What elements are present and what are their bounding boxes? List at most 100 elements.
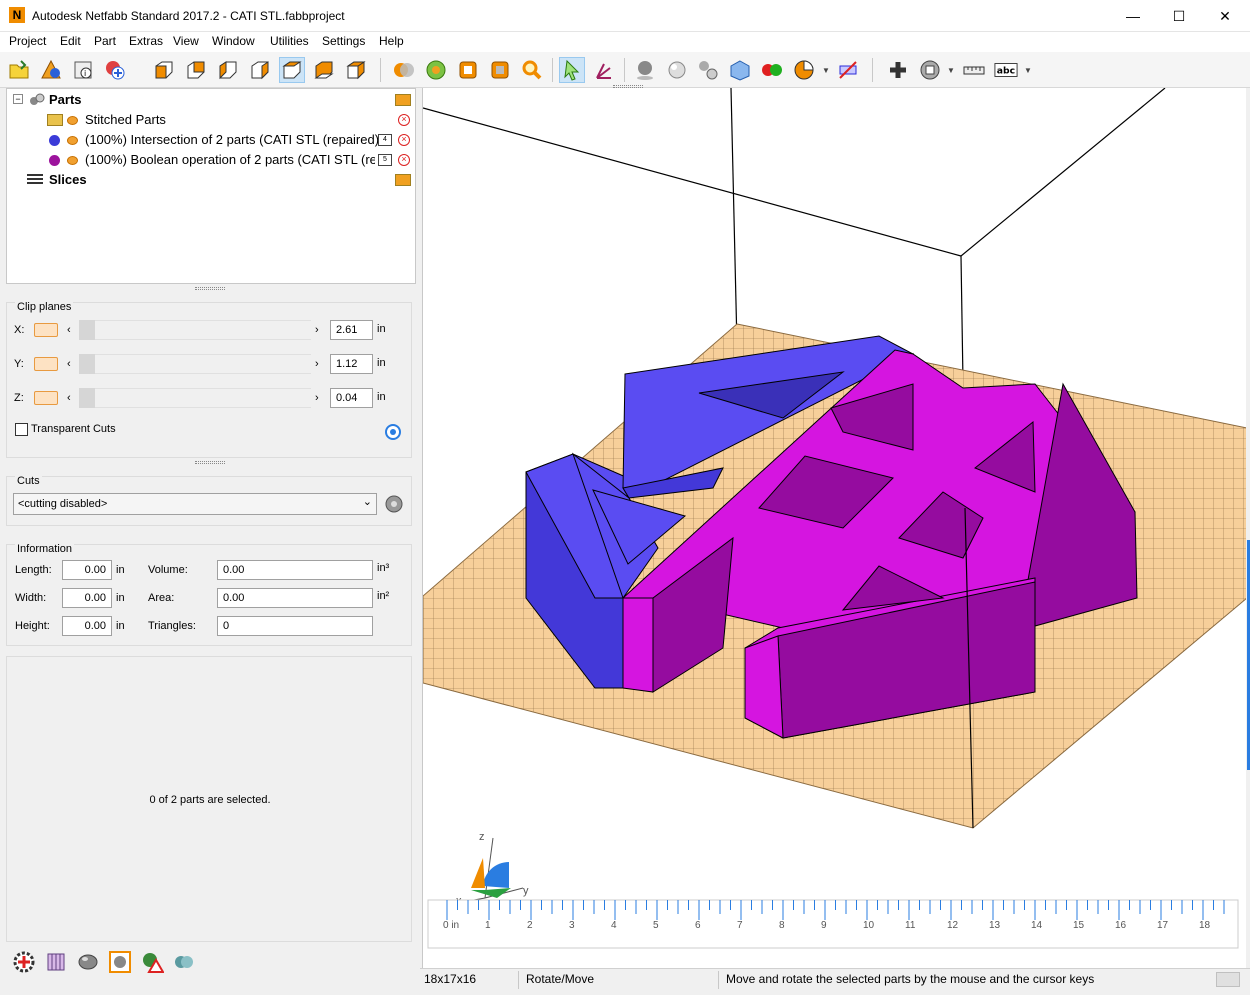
- cube-frame-icon[interactable]: [456, 58, 480, 82]
- clip-z-left-arrow[interactable]: ‹: [67, 392, 71, 404]
- gear-red-cross-icon[interactable]: [12, 950, 36, 974]
- sphere-frame-icon[interactable]: [108, 950, 132, 974]
- move-axis-icon[interactable]: [592, 58, 616, 82]
- visibility-eye-icon[interactable]: [67, 156, 78, 165]
- cuts-select[interactable]: <cutting disabled> ⌄: [13, 493, 377, 515]
- window-title: Autodesk Netfabb Standard 2017.2 - CATI …: [32, 9, 345, 23]
- visibility-eye-icon[interactable]: [67, 136, 78, 145]
- clip-y-plane-icon[interactable]: [34, 357, 58, 371]
- menu-project[interactable]: Project: [9, 34, 46, 48]
- add-part-alt-icon[interactable]: [103, 58, 127, 82]
- plus-icon[interactable]: [886, 58, 910, 82]
- color-spheres-icon[interactable]: [760, 58, 784, 82]
- view-back-icon[interactable]: [184, 58, 208, 82]
- section-icon[interactable]: [918, 58, 942, 82]
- cube-fit-icon[interactable]: [488, 58, 512, 82]
- measure-label-icon[interactable]: [836, 58, 860, 82]
- menu-part[interactable]: Part: [94, 34, 116, 48]
- transparent-cuts-checkbox[interactable]: [15, 423, 28, 436]
- axis-y-label: y: [523, 885, 529, 897]
- ruler-icon[interactable]: [962, 58, 986, 82]
- view-perspective-icon[interactable]: [344, 58, 368, 82]
- parts-folder-icon[interactable]: [395, 94, 411, 106]
- menu-utilities[interactable]: Utilities: [270, 34, 309, 48]
- maximize-button[interactable]: ☐: [1156, 0, 1202, 32]
- length-unit: in: [116, 564, 125, 576]
- clip-x-slider-thumb[interactable]: [79, 320, 95, 340]
- clip-x-right-arrow[interactable]: ›: [315, 324, 319, 336]
- add-part-icon[interactable]: [39, 58, 63, 82]
- view-top-icon[interactable]: [279, 57, 305, 83]
- remove-icon[interactable]: ×: [398, 154, 410, 166]
- view-right-icon[interactable]: [248, 58, 272, 82]
- sphere-dark-icon[interactable]: [633, 58, 657, 82]
- tree-node-stitched[interactable]: Stitched Parts ×: [11, 110, 411, 130]
- tree-node-intersection[interactable]: (100%) Intersection of 2 parts (CATI STL…: [11, 130, 411, 150]
- text-label-dropdown-icon[interactable]: ▼: [1024, 66, 1032, 75]
- clip-y-left-arrow[interactable]: ‹: [67, 358, 71, 370]
- clip-y-input[interactable]: 1.12: [330, 354, 373, 374]
- clip-z-plane-icon[interactable]: [34, 391, 58, 405]
- clip-z-slider-thumb[interactable]: [79, 388, 95, 408]
- open-project-icon[interactable]: [7, 58, 31, 82]
- pie-dropdown-icon[interactable]: ▼: [822, 66, 830, 75]
- clip-x-slider[interactable]: [79, 320, 311, 340]
- axis-gizmo: [462, 837, 524, 903]
- collapse-toggle-icon[interactable]: −: [13, 94, 23, 104]
- viewport-3d[interactable]: z y x 123456789101112131415161718 0 in: [422, 85, 1247, 968]
- view-front-icon[interactable]: [152, 58, 176, 82]
- part-info-icon[interactable]: i: [71, 58, 95, 82]
- cut-settings-icon[interactable]: [383, 493, 405, 515]
- clip-y-right-arrow[interactable]: ›: [315, 358, 319, 370]
- menu-settings[interactable]: Settings: [322, 34, 365, 48]
- minimize-button[interactable]: —: [1110, 0, 1156, 32]
- clip-x-input[interactable]: 2.61: [330, 320, 373, 340]
- tree-node-parts[interactable]: − Parts: [11, 90, 411, 110]
- height-label: Height:: [15, 620, 50, 632]
- splitter-grip[interactable]: [195, 461, 225, 464]
- close-button[interactable]: ✕: [1202, 0, 1248, 32]
- warning-globe-icon[interactable]: [140, 950, 165, 974]
- clip-z-input[interactable]: 0.04: [330, 388, 373, 408]
- menu-view[interactable]: View: [173, 34, 199, 48]
- status-divider: [518, 971, 519, 989]
- pie-icon[interactable]: [792, 58, 816, 82]
- sphere-light-icon[interactable]: [665, 58, 689, 82]
- remove-icon[interactable]: ×: [398, 114, 410, 126]
- menu-extras[interactable]: Extras: [129, 34, 163, 48]
- slices-folder-icon[interactable]: [395, 174, 411, 186]
- tree-label-boolean: (100%) Boolean operation of 2 parts (CAT…: [85, 152, 375, 167]
- tree-node-slices[interactable]: Slices: [11, 170, 411, 190]
- visibility-eye-icon[interactable]: [67, 116, 78, 125]
- boolean-icon[interactable]: [392, 58, 416, 82]
- menu-window[interactable]: Window: [212, 34, 255, 48]
- clip-x-plane-icon[interactable]: [34, 323, 58, 337]
- menu-bar: Project Edit Part Extras View Window Uti…: [0, 32, 1250, 52]
- repair-icon[interactable]: [424, 58, 448, 82]
- cube-net-icon[interactable]: [728, 58, 752, 82]
- view-left-icon[interactable]: [216, 58, 240, 82]
- part-badge: 5: [378, 154, 392, 166]
- svg-text:i: i: [84, 69, 86, 78]
- view-bottom-icon[interactable]: [312, 58, 336, 82]
- remove-icon[interactable]: ×: [398, 134, 410, 146]
- slice-stack-icon[interactable]: [44, 950, 68, 974]
- clip-z-slider[interactable]: [79, 388, 311, 408]
- section-dropdown-icon[interactable]: ▼: [947, 66, 955, 75]
- sphere-shaded-icon[interactable]: [76, 950, 100, 974]
- zoom-icon[interactable]: [520, 58, 544, 82]
- tree-node-boolean[interactable]: (100%) Boolean operation of 2 parts (CAT…: [11, 150, 411, 170]
- scene-canvas[interactable]: z y x 123456789101112131415161718 0 in: [423, 88, 1247, 968]
- reset-clip-icon[interactable]: [384, 423, 402, 441]
- clip-x-left-arrow[interactable]: ‹: [67, 324, 71, 336]
- sphere-group-icon[interactable]: [696, 58, 720, 82]
- clip-y-slider[interactable]: [79, 354, 311, 374]
- sync-parts-icon[interactable]: [172, 950, 196, 974]
- clip-z-right-arrow[interactable]: ›: [315, 392, 319, 404]
- clip-y-slider-thumb[interactable]: [79, 354, 95, 374]
- menu-help[interactable]: Help: [379, 34, 404, 48]
- select-arrow-icon[interactable]: [559, 57, 585, 83]
- menu-edit[interactable]: Edit: [60, 34, 81, 48]
- splitter-grip[interactable]: [195, 287, 225, 290]
- text-label-icon[interactable]: abc: [994, 58, 1020, 82]
